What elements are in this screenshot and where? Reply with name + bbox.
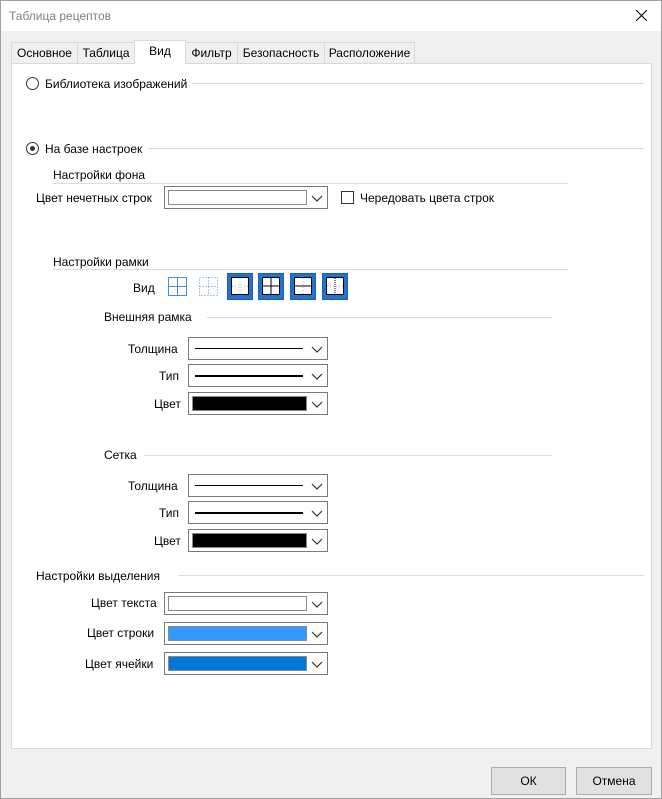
tab-view[interactable]: Вид bbox=[134, 40, 186, 64]
window-title: Таблица рецептов bbox=[9, 9, 112, 23]
chevron-down-icon bbox=[311, 631, 323, 638]
chevron-down-icon bbox=[311, 483, 323, 490]
tab-basic[interactable]: Основное bbox=[11, 42, 78, 63]
image-library-label: Библиотека изображений bbox=[45, 77, 188, 91]
cancel-button[interactable]: Отмена bbox=[576, 767, 652, 795]
outer-color-label: Цвет bbox=[154, 397, 181, 411]
row-color-dropdown[interactable] bbox=[164, 622, 328, 645]
cell-color-label: Цвет ячейки bbox=[85, 657, 154, 671]
inner-dotted-borders-icon[interactable] bbox=[196, 274, 221, 299]
grid-color-dropdown[interactable] bbox=[188, 529, 328, 552]
frame-settings-title: Настройки рамки bbox=[53, 255, 149, 269]
color-swatch bbox=[168, 190, 307, 205]
outer-type-label: Тип bbox=[159, 369, 180, 383]
ok-button[interactable]: ОК bbox=[491, 767, 566, 795]
chevron-down-icon bbox=[311, 601, 323, 608]
chevron-down-icon bbox=[311, 401, 323, 408]
outer-color-dropdown[interactable] bbox=[188, 392, 328, 415]
outer-type-dropdown[interactable] bbox=[188, 364, 328, 387]
color-swatch bbox=[192, 533, 307, 548]
outer-thickness-dropdown[interactable] bbox=[188, 337, 328, 360]
settings-based-radio[interactable] bbox=[26, 142, 39, 155]
grid-thickness-dropdown[interactable] bbox=[188, 474, 328, 497]
background-settings-title: Настройки фона bbox=[53, 168, 146, 182]
chevron-down-icon bbox=[311, 510, 323, 517]
chevron-down-icon bbox=[311, 195, 323, 202]
text-color-label: Цвет текста bbox=[91, 596, 157, 610]
image-library-radio[interactable] bbox=[26, 77, 39, 90]
grid-title: Сетка bbox=[104, 448, 137, 462]
dialog-window: Таблица рецептов Основное Таблица Вид Фи… bbox=[0, 0, 662, 799]
odd-rows-color-label: Цвет нечетных строк bbox=[36, 191, 152, 205]
alternate-rows-label: Чередовать цвета строк bbox=[360, 191, 495, 205]
alternate-rows-checkbox[interactable] bbox=[341, 191, 354, 204]
odd-rows-color-dropdown[interactable] bbox=[164, 186, 328, 209]
tab-security[interactable]: Безопасность bbox=[237, 42, 325, 63]
divider bbox=[53, 269, 568, 270]
color-swatch bbox=[168, 626, 307, 641]
title-bar: Таблица рецептов bbox=[1, 1, 661, 31]
divider bbox=[148, 148, 644, 149]
chevron-down-icon bbox=[311, 373, 323, 380]
color-swatch bbox=[192, 396, 307, 411]
divider bbox=[192, 83, 644, 84]
color-swatch bbox=[168, 656, 307, 671]
chevron-down-icon bbox=[311, 538, 323, 545]
chevron-down-icon bbox=[311, 346, 323, 353]
settings-based-label: На базе настроек bbox=[45, 142, 143, 156]
selection-settings-title: Настройки выделения bbox=[36, 569, 160, 583]
grid-color-label: Цвет bbox=[154, 534, 181, 548]
tab-table[interactable]: Таблица bbox=[77, 42, 135, 63]
grid-type-label: Тип bbox=[159, 506, 180, 520]
tab-layout[interactable]: Расположение bbox=[324, 42, 415, 63]
tab-filter[interactable]: Фильтр bbox=[185, 42, 238, 63]
grid-thickness-label: Толщина bbox=[128, 479, 178, 493]
divider bbox=[53, 183, 568, 184]
outer-thickness-label: Толщина bbox=[128, 342, 178, 356]
outer-dotted-borders-icon[interactable] bbox=[322, 273, 348, 300]
divider bbox=[144, 455, 552, 456]
divider bbox=[207, 317, 552, 318]
line-thickness-preview bbox=[195, 485, 303, 486]
close-icon bbox=[636, 10, 647, 21]
outer-frame-title: Внешняя рамка bbox=[104, 310, 192, 324]
grid-type-dropdown[interactable] bbox=[188, 501, 328, 524]
line-type-preview bbox=[195, 512, 303, 514]
text-color-dropdown[interactable] bbox=[164, 592, 328, 615]
close-button[interactable] bbox=[631, 5, 653, 27]
all-borders-icon[interactable] bbox=[165, 274, 190, 299]
line-type-preview bbox=[195, 375, 303, 377]
frame-view-label: Вид bbox=[133, 281, 155, 295]
row-color-label: Цвет строки bbox=[87, 626, 155, 640]
outer-border-icon[interactable] bbox=[227, 273, 253, 300]
outer-and-horizontal-borders-icon[interactable] bbox=[290, 273, 316, 300]
tab-panel-view: Библиотека изображений На базе настроек … bbox=[11, 63, 652, 749]
radio-dot bbox=[30, 146, 35, 151]
cell-color-dropdown[interactable] bbox=[164, 652, 328, 675]
chevron-down-icon bbox=[311, 661, 323, 668]
divider bbox=[178, 575, 644, 576]
line-thickness-preview bbox=[195, 348, 303, 349]
color-swatch bbox=[168, 596, 307, 611]
outer-and-inner-borders-icon[interactable] bbox=[258, 273, 284, 300]
